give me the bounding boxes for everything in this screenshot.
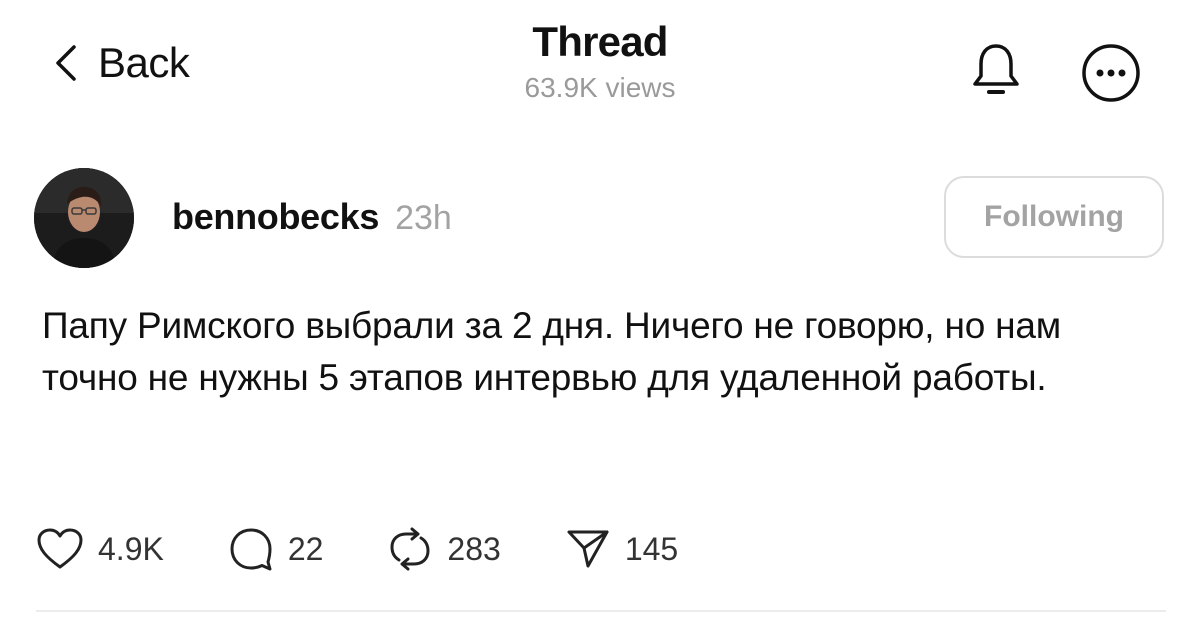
bell-icon xyxy=(973,44,1019,94)
username[interactable]: bennobecks xyxy=(172,196,379,238)
reply-button[interactable]: 22 xyxy=(228,526,324,572)
more-options-button[interactable] xyxy=(1080,42,1142,104)
profile-photo xyxy=(34,168,134,268)
more-horizontal-icon xyxy=(1082,44,1140,102)
back-label: Back xyxy=(98,39,190,86)
repost-button[interactable]: 283 xyxy=(387,526,501,572)
post-header: bennobecks 23h Following xyxy=(0,160,1200,280)
send-icon xyxy=(567,530,609,568)
thread-header: Back Thread 63.9K views xyxy=(0,0,1200,130)
post-actions: 4.9K 22 283 145 xyxy=(36,524,678,574)
notifications-button[interactable] xyxy=(966,40,1026,100)
post-body: Папу Римского выбрали за 2 дня. Ничего н… xyxy=(42,305,1062,398)
page-title: Thread xyxy=(532,18,668,65)
avatar[interactable] xyxy=(34,168,134,268)
reply-count: 22 xyxy=(287,530,324,567)
share-button[interactable]: 145 xyxy=(565,526,678,572)
comment-icon xyxy=(230,528,272,571)
heart-icon xyxy=(37,528,83,569)
author-line: bennobecks 23h xyxy=(172,196,452,238)
repost-icon xyxy=(390,527,430,571)
chevron-left-icon xyxy=(56,45,76,81)
like-button[interactable]: 4.9K xyxy=(36,527,164,571)
post-timestamp: 23h xyxy=(395,199,452,237)
view-count: 63.9K views xyxy=(524,72,676,103)
following-button[interactable]: Following xyxy=(944,176,1164,258)
repost-count: 283 xyxy=(447,530,501,567)
title-block: Thread 63.9K views xyxy=(400,18,800,104)
like-count: 4.9K xyxy=(98,530,164,567)
back-button[interactable]: Back xyxy=(54,38,190,88)
share-count: 145 xyxy=(624,530,679,567)
divider xyxy=(36,610,1166,612)
